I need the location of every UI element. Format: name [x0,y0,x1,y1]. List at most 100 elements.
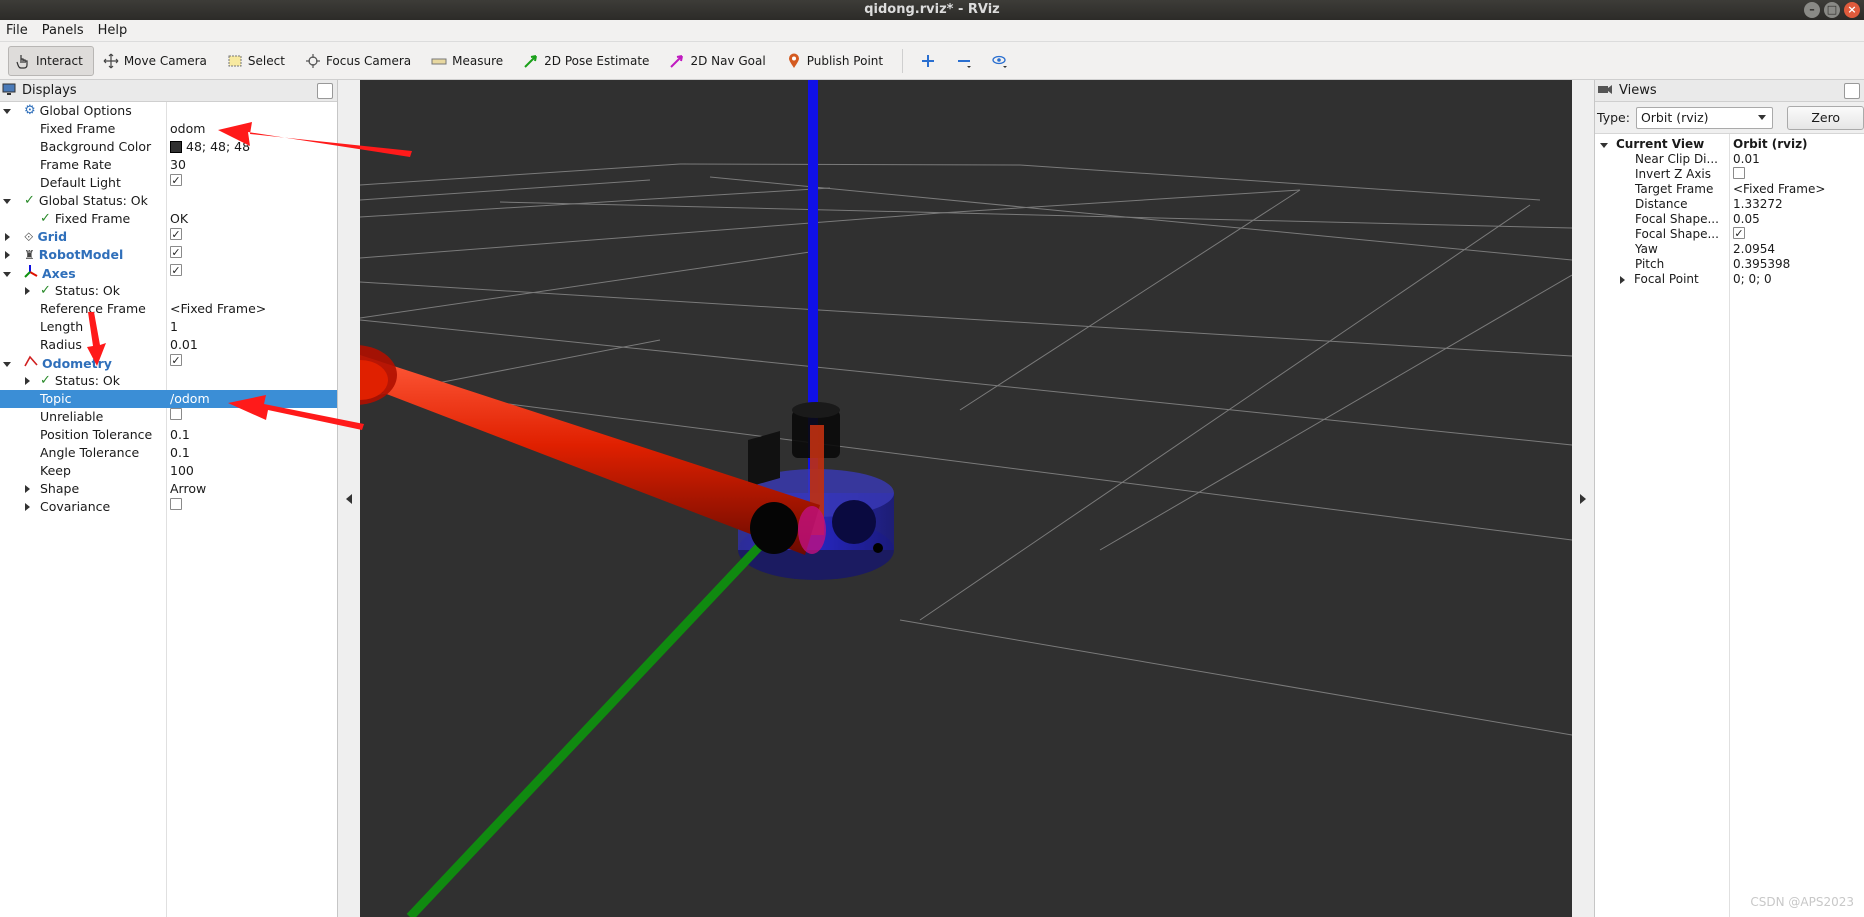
right-panel-collapse-handle[interactable] [1572,80,1594,917]
focus-camera-tool-button[interactable]: Focus Camera [298,46,422,76]
tool-properties-button[interactable] [983,46,1017,76]
tree-row-near-clip[interactable]: Near Clip Di... 0.01 [1595,152,1864,167]
nav-goal-tool-button[interactable]: 2D Nav Goal [662,46,776,76]
reference-frame-value[interactable]: <Fixed Frame> [170,300,266,318]
tree-row-odometry[interactable]: Odometry ✓ [0,354,337,372]
yaw-value[interactable]: 2.0954 [1733,242,1775,257]
tree-row-target-frame[interactable]: Target Frame <Fixed Frame> [1595,182,1864,197]
move-camera-tool-button[interactable]: Move Camera [96,46,218,76]
menu-bar: File Panels Help [0,20,1864,42]
topic-value[interactable]: /odom [170,390,210,408]
tree-row-yaw[interactable]: Yaw 2.0954 [1595,242,1864,257]
expand-right-icon[interactable] [22,376,32,386]
tree-row-focal-shape-fixed[interactable]: Focal Shape... ✓ [1595,227,1864,242]
focal-shape-size-value[interactable]: 0.05 [1733,212,1760,227]
tree-row-axes[interactable]: Axes ✓ [0,264,337,282]
tree-row-axes-status[interactable]: ✓ Status: Ok [0,282,337,300]
tree-row-global-status[interactable]: ✓ Global Status: Ok [0,192,337,210]
add-tool-button[interactable] [911,46,945,76]
expand-down-icon[interactable] [1599,140,1609,150]
covariance-checkbox[interactable] [170,498,182,510]
tree-row-focal-point[interactable]: Focal Point 0; 0; 0 [1595,272,1864,287]
focal-shape-fixed-checkbox[interactable]: ✓ [1733,227,1745,239]
default-light-checkbox[interactable]: ✓ [170,174,182,186]
remove-tool-button[interactable] [947,46,981,76]
view-type-select[interactable]: Orbit (rviz) [1635,106,1774,129]
tree-row-frame-rate[interactable]: Frame Rate 30 [0,156,337,174]
focal-point-value[interactable]: 0; 0; 0 [1733,272,1772,287]
unreliable-checkbox[interactable] [170,408,182,420]
tree-row-reference-frame[interactable]: Reference Frame <Fixed Frame> [0,300,337,318]
tree-row-covariance[interactable]: Covariance [0,498,337,516]
left-panel-collapse-handle[interactable] [338,80,360,917]
tree-row-position-tolerance[interactable]: Position Tolerance 0.1 [0,426,337,444]
tree-row-unreliable[interactable]: Unreliable [0,408,337,426]
color-swatch[interactable] [170,141,182,153]
tree-row-robot-model[interactable]: ♜ RobotModel ✓ [0,246,337,264]
menu-file[interactable]: File [6,23,28,38]
publish-point-tool-button[interactable]: Publish Point [779,46,894,76]
position-tolerance-value[interactable]: 0.1 [170,426,190,444]
expand-right-icon[interactable] [22,484,32,494]
interact-tool-button[interactable]: Interact [8,45,94,76]
float-panel-button[interactable] [1844,83,1860,99]
minimize-icon[interactable]: – [1804,2,1820,18]
measure-tool-button[interactable]: Measure [424,46,514,76]
tree-row-grid[interactable]: ⟐ Grid ✓ [0,228,337,246]
zero-button[interactable]: Zero [1787,105,1864,130]
expand-down-icon[interactable] [2,106,12,116]
expand-right-icon[interactable] [22,502,32,512]
render-viewport[interactable] [360,80,1572,917]
tree-row-shape[interactable]: Shape Arrow [0,480,337,498]
expand-right-icon[interactable] [22,286,32,296]
expand-down-icon[interactable] [2,196,12,206]
radius-value[interactable]: 0.01 [170,336,198,354]
axes-enabled-checkbox[interactable]: ✓ [170,264,182,276]
tree-row-gs-fixed-frame[interactable]: ✓ Fixed Frame OK [0,210,337,228]
robot-model-enabled-checkbox[interactable]: ✓ [170,246,182,258]
expand-down-icon[interactable] [2,359,12,369]
shape-value[interactable]: Arrow [170,480,206,498]
tree-row-current-view[interactable]: Current View Orbit (rviz) [1595,137,1864,152]
tree-row-default-light[interactable]: Default Light ✓ [0,174,337,192]
odometry-enabled-checkbox[interactable]: ✓ [170,354,182,366]
angle-tolerance-value[interactable]: 0.1 [170,444,190,462]
menu-help[interactable]: Help [98,23,128,38]
maximize-icon[interactable]: □ [1824,2,1840,18]
select-tool-button[interactable]: Select [220,46,296,76]
tree-row-invert-z[interactable]: Invert Z Axis [1595,167,1864,182]
expand-right-icon[interactable] [2,250,12,260]
tree-row-pitch[interactable]: Pitch 0.395398 [1595,257,1864,272]
expand-right-icon[interactable] [1617,275,1627,285]
distance-value[interactable]: 1.33272 [1733,197,1783,212]
target-frame-value[interactable]: <Fixed Frame> [1733,182,1825,197]
tree-row-keep[interactable]: Keep 100 [0,462,337,480]
keep-value[interactable]: 100 [170,462,194,480]
pose-estimate-tool-button[interactable]: 2D Pose Estimate [516,46,660,76]
tree-row-topic[interactable]: Topic /odom [0,390,337,408]
float-panel-button[interactable] [317,83,333,99]
keep-label: Keep [40,463,71,478]
tree-row-length[interactable]: Length 1 [0,318,337,336]
near-clip-value[interactable]: 0.01 [1733,152,1760,167]
tree-row-distance[interactable]: Distance 1.33272 [1595,197,1864,212]
tree-row-odom-status[interactable]: ✓ Status: Ok [0,372,337,390]
tree-row-radius[interactable]: Radius 0.01 [0,336,337,354]
background-color-value[interactable]: 48; 48; 48 [186,138,250,156]
tree-row-background-color[interactable]: Background Color 48; 48; 48 [0,138,337,156]
frame-rate-value[interactable]: 30 [170,156,186,174]
pitch-value[interactable]: 0.395398 [1733,257,1790,272]
tree-row-angle-tolerance[interactable]: Angle Tolerance 0.1 [0,444,337,462]
tree-row-global-options[interactable]: ⚙ Global Options [0,102,337,120]
menu-panels[interactable]: Panels [42,23,84,38]
close-icon[interactable]: × [1844,2,1860,18]
grid-enabled-checkbox[interactable]: ✓ [170,228,182,240]
expand-right-icon[interactable] [2,232,12,242]
expand-down-icon[interactable] [2,269,12,279]
fixed-frame-value[interactable]: odom [170,120,205,138]
invert-z-checkbox[interactable] [1733,167,1745,179]
tree-row-fixed-frame[interactable]: Fixed Frame odom [0,120,337,138]
tree-row-focal-shape-size[interactable]: Focal Shape... 0.05 [1595,212,1864,227]
length-value[interactable]: 1 [170,318,178,336]
hand-pointer-icon [15,53,31,69]
